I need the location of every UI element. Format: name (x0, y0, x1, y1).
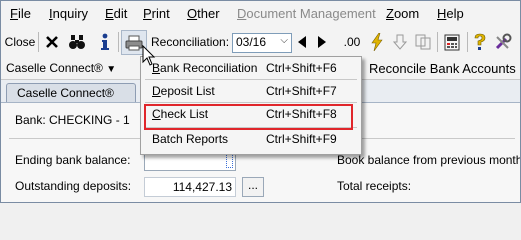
outstanding-deposits-field: 114,427.13 (144, 177, 236, 197)
book-balance-label: Book balance from previous month: (337, 153, 521, 167)
toolbar: Close Reconciliation: 03/16 ⌵ .00 (1, 27, 520, 58)
printer-icon (125, 35, 143, 50)
menu-other[interactable]: Other (187, 6, 220, 21)
reconciliation-period-select[interactable]: 03/16 ⌵ (232, 33, 292, 53)
tab-label: Caselle Connect® (17, 86, 114, 100)
menu-item-label: Deposit List (152, 84, 215, 98)
mouse-cursor-icon (142, 45, 156, 66)
question-mark-icon (474, 33, 486, 50)
tools-icon (495, 33, 512, 50)
menu-item-batch-reports[interactable]: Batch Reports Ctrl+Shift+F9 (141, 129, 361, 149)
text-cursor (226, 154, 233, 168)
outstanding-deposits-lookup-button[interactable]: ... (242, 177, 264, 197)
bank-label: Bank: CHECKING - 1 (15, 113, 130, 127)
check-list-highlight (144, 104, 353, 130)
info-button[interactable] (95, 27, 115, 57)
caselle-connect-label: Caselle Connect® (6, 61, 103, 75)
menu-separator (145, 102, 357, 103)
toolbar-separator (118, 32, 119, 52)
application-window: File Inquiry Edit Print Other Document M… (0, 0, 521, 203)
tab-caselle-connect[interactable]: Caselle Connect® (6, 83, 136, 103)
menu-item-shortcut: Ctrl+Shift+F7 (266, 84, 337, 98)
outstanding-deposits-value: 114,427.13 (172, 180, 232, 194)
close-button[interactable]: Close (4, 27, 36, 57)
binoculars-button[interactable] (66, 27, 88, 57)
menu-item-label: Bank Reconciliation (152, 61, 258, 75)
calculator-icon (444, 34, 460, 50)
menu-file[interactable]: File (10, 6, 31, 21)
tools-button[interactable] (492, 27, 514, 57)
toolbar-separator (38, 32, 39, 52)
arrow-left-icon (298, 36, 306, 48)
menu-item-deposit-list[interactable]: Deposit List Ctrl+Shift+F7 (141, 81, 361, 101)
close-label: Close (4, 35, 36, 49)
menu-print[interactable]: Print (143, 6, 170, 21)
reconciliation-label: Reconciliation: (151, 35, 230, 49)
menu-help[interactable]: Help (437, 6, 464, 21)
menu-item-shortcut: Ctrl+Shift+F6 (266, 61, 337, 75)
caselle-connect-menu[interactable]: Caselle Connect® ▼ (6, 61, 116, 75)
binoculars-icon (69, 35, 85, 49)
menu-zoom[interactable]: Zoom (386, 6, 419, 21)
decimal-label: .00 (343, 35, 361, 49)
copy-disabled-icon (415, 34, 431, 50)
total-receipts-label: Total receipts: (337, 179, 412, 193)
lightning-icon (371, 33, 383, 51)
previous-period-button[interactable] (294, 27, 310, 57)
ellipsis-label: ... (247, 178, 258, 192)
menu-item-bank-reconciliation[interactable]: Bank Reconciliation Ctrl+Shift+F6 (141, 58, 361, 78)
reconciliation-period-value: 03/16 (236, 35, 267, 49)
toolbar-separator (467, 32, 468, 52)
menu-separator (145, 79, 357, 80)
ending-balance-label: Ending bank balance: (15, 153, 131, 167)
toolbar-separator (437, 32, 438, 52)
menu-edit[interactable]: Edit (105, 6, 127, 21)
cancel-button[interactable] (41, 27, 63, 57)
decimal-button[interactable]: .00 (340, 27, 364, 57)
menu-item-label: Batch Reports (152, 132, 229, 146)
menu-item-shortcut: Ctrl+Shift+F9 (266, 132, 337, 146)
lightning-button[interactable] (367, 27, 387, 57)
calculator-button[interactable] (441, 27, 463, 57)
chevron-down-icon: ⌵ (280, 35, 288, 46)
next-period-button[interactable] (314, 27, 330, 57)
outstanding-deposits-label: Outstanding deposits: (15, 179, 132, 193)
menu-bar: File Inquiry Edit Print Other Document M… (1, 1, 520, 27)
menu-inquiry[interactable]: Inquiry (49, 6, 88, 21)
reconcile-bank-accounts-link[interactable]: Reconcile Bank Accounts (369, 61, 516, 76)
copy-button[interactable] (413, 27, 433, 57)
menu-document-management[interactable]: Document Management (237, 6, 376, 21)
help-button[interactable] (470, 27, 490, 57)
move-down-button[interactable] (390, 27, 410, 57)
arrow-right-icon (318, 36, 326, 48)
info-icon (101, 33, 109, 50)
x-icon (46, 36, 58, 48)
chevron-down-icon: ▼ (106, 64, 117, 75)
arrow-down-disabled-icon (393, 34, 407, 50)
